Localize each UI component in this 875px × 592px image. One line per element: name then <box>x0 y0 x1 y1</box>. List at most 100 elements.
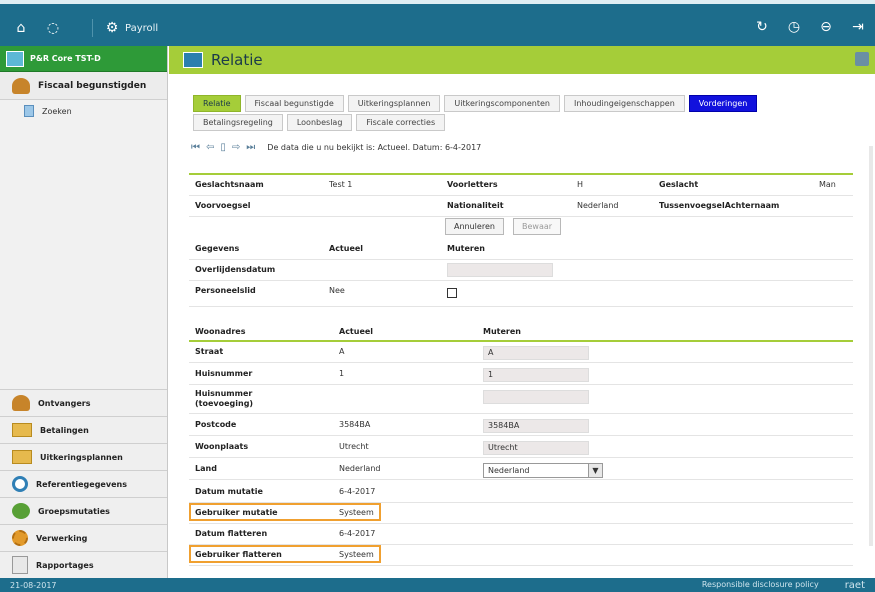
sidebar: P&R Core TST-D Fiscaal begunstigden Zoek… <box>0 46 168 578</box>
sidebar-module-rapportages[interactable]: Rapportages <box>0 551 167 578</box>
overlijdensdatum-input[interactable] <box>447 263 553 277</box>
page-title: Relatie <box>211 51 263 69</box>
tussenvoegsel-label: TussenvoegselAchternaam <box>659 201 780 210</box>
sidebar-module-ontvangers[interactable]: Ontvangers <box>0 389 167 416</box>
previous-record-icon[interactable]: ⇦ <box>206 142 214 153</box>
highlight-gebruiker-mutatie <box>189 503 381 521</box>
environment-header: P&R Core TST-D <box>0 46 167 72</box>
voorletters-label: Voorletters <box>447 180 498 189</box>
personeelslid-checkbox[interactable] <box>447 288 457 298</box>
module-label: Betalingen <box>40 425 89 435</box>
next-record-icon[interactable]: ⇨ <box>232 142 240 153</box>
module-label: Groepsmutaties <box>38 506 110 516</box>
datum-mutatie-row: Datum mutatie 6-4-2017 <box>189 482 853 503</box>
datum-flatteren-value: 6-4-2017 <box>339 529 376 538</box>
gegevens-header-row: Gegevens Actueel Muteren <box>189 239 853 260</box>
sidebar-module-uitkeringsplannen[interactable]: Uitkeringsplannen <box>0 443 167 470</box>
scrollbar[interactable] <box>869 146 873 546</box>
huisnummer-label: Huisnummer <box>195 369 253 378</box>
personeelslid-value: Nee <box>329 286 345 295</box>
tab-loonbeslag[interactable]: Loonbeslag <box>286 114 353 131</box>
geslachtsnaam-label: Geslachtsnaam <box>195 180 264 189</box>
tab-bar: Relatie Fiscaal begunstigde Uitkeringspl… <box>193 95 758 133</box>
page-title-bar: Relatie <box>169 46 875 74</box>
toevoeging-row: Huisnummer (toevoeging) <box>189 386 853 414</box>
land-select[interactable]: Nederland ▼ <box>483 463 603 478</box>
minus-circle-icon[interactable]: ⊖ <box>815 16 837 38</box>
huisnummer-value: 1 <box>339 369 345 378</box>
land-label: Land <box>195 464 217 473</box>
voorvoegsel-label: Voorvoegsel <box>195 201 251 210</box>
app-name: Payroll <box>125 22 159 34</box>
tab-relatie[interactable]: Relatie <box>193 95 241 112</box>
voorletters-value: H <box>577 180 584 189</box>
woonadres-header-row: Woonadres Actueel Muteren <box>189 322 853 341</box>
disclosure-policy-link[interactable]: Responsible disclosure policy <box>702 580 819 591</box>
tab-uitkeringscomponenten[interactable]: Uitkeringscomponenten <box>444 95 560 112</box>
geslachtsnaam-value: Test 1 <box>329 180 353 189</box>
payroll-app-icon: ⚙ <box>105 20 119 36</box>
history-icon[interactable]: ◷ <box>783 16 805 38</box>
data-info-text: De data die u nu bekijkt is: Actueel. Da… <box>267 143 482 152</box>
land-select-value: Nederland <box>488 466 530 475</box>
tab-uitkeringsplannen[interactable]: Uitkeringsplannen <box>347 95 441 112</box>
tab-betalingsregeling[interactable]: Betalingsregeling <box>193 114 283 131</box>
page-icon <box>24 105 34 117</box>
home-icon[interactable]: ⌂ <box>10 17 32 39</box>
main-panel: Relatie Relatie Fiscaal begunstigde Uitk… <box>169 46 875 578</box>
huisnummer-input[interactable]: 1 <box>483 368 589 382</box>
postcode-input[interactable]: 3584BA <box>483 419 589 433</box>
logout-icon[interactable]: ⇥ <box>847 16 869 38</box>
postcode-row: Postcode 3584BA 3584BA <box>189 415 853 436</box>
save-button[interactable]: Bewaar <box>513 218 562 235</box>
sidebar-module-verwerking[interactable]: Verwerking <box>0 524 167 551</box>
straat-label: Straat <box>195 347 224 356</box>
woonadres-muteren-header: Muteren <box>483 327 521 336</box>
woonadres-header: Woonadres <box>195 327 246 336</box>
module-list: Ontvangers Betalingen Uitkeringsplannen … <box>0 389 167 578</box>
sidebar-item-zoeken[interactable]: Zoeken <box>0 100 167 122</box>
tab-inhoudingeigenschappen[interactable]: Inhoudingeigenschappen <box>563 95 685 112</box>
module-label: Referentiegegevens <box>36 479 127 489</box>
woonplaats-input[interactable]: Utrecht <box>483 441 589 455</box>
divider <box>92 19 93 37</box>
sidebar-module-groepsmutaties[interactable]: Groepsmutaties <box>0 497 167 524</box>
top-strip <box>0 0 875 4</box>
last-record-icon[interactable]: ⏭ <box>246 142 255 153</box>
sidebar-module-referentiegegevens[interactable]: Referentiegegevens <box>0 470 167 497</box>
straat-input[interactable]: A <box>483 346 589 360</box>
tab-fiscale-correcties[interactable]: Fiscale correcties <box>356 114 446 131</box>
sync-icon[interactable]: ◌ <box>42 17 64 39</box>
first-record-icon[interactable]: ⏮ <box>191 142 200 153</box>
tab-fiscaal-begunstigde[interactable]: Fiscaal begunstigde <box>244 95 344 112</box>
person-row-1: Geslachtsnaam Test 1 Voorletters H Gesla… <box>189 175 853 196</box>
postcode-label: Postcode <box>195 420 237 429</box>
postcode-value: 3584BA <box>339 420 371 429</box>
geslacht-value: Man <box>819 180 836 189</box>
huisnummer-row: Huisnummer 1 1 <box>189 364 853 385</box>
muteren-header: Muteren <box>447 244 485 253</box>
tab-vorderingen[interactable]: Vorderingen <box>688 95 758 112</box>
sidebar-section-fiscaal-begunstigden[interactable]: Fiscaal begunstigden <box>0 72 167 100</box>
cancel-button[interactable]: Annuleren <box>445 218 504 235</box>
woonplaats-label: Woonplaats <box>195 442 249 451</box>
personeelslid-row: Personeelslid Nee <box>189 281 853 307</box>
environment-icon <box>6 50 24 67</box>
document-icon[interactable]: ▯ <box>220 142 226 153</box>
toevoeging-input[interactable] <box>483 390 589 404</box>
module-label: Uitkeringsplannen <box>40 452 123 462</box>
chevron-down-icon[interactable]: ▼ <box>588 464 602 477</box>
personeelslid-label: Personeelslid <box>195 286 256 295</box>
straat-value: A <box>339 347 345 356</box>
refresh-icon[interactable]: ↻ <box>751 16 773 38</box>
status-bar: 21-08-2017 Responsible disclosure policy… <box>0 578 875 592</box>
sidebar-module-betalingen[interactable]: Betalingen <box>0 416 167 443</box>
print-icon[interactable] <box>855 52 869 66</box>
toevoeging-label-line2: (toevoeging) <box>195 399 254 408</box>
top-bar: ⌂ ◌ ⚙ Payroll ↻ ◷ ⊖ ⇥ <box>0 0 875 46</box>
highlight-gebruiker-flatteren <box>189 545 381 563</box>
straat-row: Straat A A <box>189 342 853 363</box>
woonadres-actueel-header: Actueel <box>339 327 374 336</box>
datum-flatteren-label: Datum flatteren <box>195 529 268 538</box>
land-row: Land Nederland Nederland ▼ <box>189 459 853 480</box>
